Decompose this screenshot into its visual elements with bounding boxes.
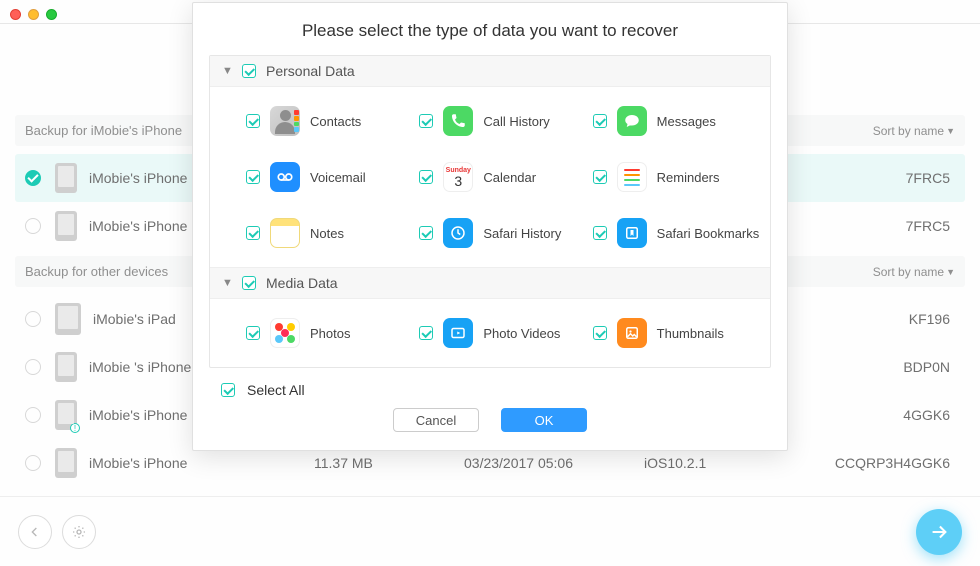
item-label: Thumbnails	[657, 326, 724, 341]
disclosure-triangle-icon[interactable]: ▼	[222, 65, 232, 77]
item-label: Photos	[310, 326, 350, 341]
item-checkbox[interactable]	[419, 170, 433, 184]
data-type-safari-bookmarks[interactable]: Safari Bookmarks	[593, 205, 766, 261]
item-label: Messages	[657, 114, 716, 129]
device-icon: !	[55, 400, 77, 430]
thumbnails-icon	[617, 318, 647, 348]
section-label: Backup for iMobie's iPhone	[25, 123, 182, 138]
close-window-button[interactable]	[10, 9, 21, 20]
item-label: Photo Videos	[483, 326, 560, 341]
item-checkbox[interactable]	[246, 170, 260, 184]
item-label: Voicemail	[310, 170, 366, 185]
item-label: Reminders	[657, 170, 720, 185]
sort-button[interactable]: Sort by name▼	[873, 265, 955, 279]
select-data-type-dialog: Please select the type of data you want …	[192, 2, 788, 451]
item-checkbox[interactable]	[246, 326, 260, 340]
maximize-window-button[interactable]	[46, 9, 57, 20]
device-serial: CCQRP3H4GGK6	[784, 455, 955, 471]
window-controls	[10, 9, 57, 20]
category-header-media[interactable]: ▼ Media Data	[210, 267, 770, 299]
select-all-checkbox[interactable]	[221, 383, 235, 397]
row-radio[interactable]	[25, 359, 41, 375]
next-button[interactable]	[916, 509, 962, 555]
item-checkbox[interactable]	[593, 226, 607, 240]
warning-badge: !	[70, 423, 80, 433]
select-all-row[interactable]: Select All	[193, 368, 787, 408]
device-icon	[55, 448, 77, 478]
item-checkbox[interactable]	[419, 114, 433, 128]
ok-button[interactable]: OK	[501, 408, 587, 432]
photos-icon	[270, 318, 300, 348]
select-all-label: Select All	[247, 382, 305, 398]
row-radio[interactable]	[25, 407, 41, 423]
reminders-icon	[617, 162, 647, 192]
device-icon	[55, 211, 77, 241]
device-name: iMobie's iPhone	[89, 455, 314, 471]
row-radio[interactable]	[25, 311, 41, 327]
item-label: Contacts	[310, 114, 361, 129]
item-label: Call History	[483, 114, 549, 129]
item-checkbox[interactable]	[419, 326, 433, 340]
minimize-window-button[interactable]	[28, 9, 39, 20]
sort-button[interactable]: Sort by name▼	[873, 124, 955, 138]
item-checkbox[interactable]	[246, 226, 260, 240]
item-checkbox[interactable]	[419, 226, 433, 240]
contacts-icon	[270, 106, 300, 136]
data-type-call-history[interactable]: Call History	[419, 93, 592, 149]
data-type-photo-videos[interactable]: Photo Videos	[419, 305, 592, 361]
gear-icon	[71, 524, 87, 540]
voicemail-icon	[270, 162, 300, 192]
settings-button[interactable]	[62, 515, 96, 549]
device-icon	[55, 303, 81, 335]
dialog-title: Please select the type of data you want …	[193, 3, 787, 55]
ios-version: iOS10.2.1	[644, 455, 784, 471]
safari-bookmarks-icon	[617, 218, 647, 248]
item-label: Calendar	[483, 170, 536, 185]
safari-history-icon	[443, 218, 473, 248]
cancel-button[interactable]: Cancel	[393, 408, 479, 432]
category-checkbox[interactable]	[242, 64, 256, 78]
bottom-toolbar	[0, 496, 980, 566]
device-icon	[55, 163, 77, 193]
data-type-messages[interactable]: Messages	[593, 93, 766, 149]
back-button[interactable]	[18, 515, 52, 549]
item-label: Notes	[310, 226, 344, 241]
section-label: Backup for other devices	[25, 264, 168, 279]
data-type-contacts[interactable]: Contacts	[246, 93, 419, 149]
item-checkbox[interactable]	[593, 170, 607, 184]
disclosure-triangle-icon[interactable]: ▼	[222, 277, 232, 289]
data-type-notes[interactable]: Notes	[246, 205, 419, 261]
row-radio[interactable]	[25, 455, 41, 471]
data-type-thumbnails[interactable]: Thumbnails	[593, 305, 766, 361]
photo-videos-icon	[443, 318, 473, 348]
messages-icon	[617, 106, 647, 136]
item-label: Safari History	[483, 226, 561, 241]
arrow-right-icon	[928, 521, 950, 543]
item-checkbox[interactable]	[593, 114, 607, 128]
data-type-safari-history[interactable]: Safari History	[419, 205, 592, 261]
item-label: Safari Bookmarks	[657, 226, 760, 241]
data-type-photos[interactable]: Photos	[246, 305, 419, 361]
calendar-icon: Sunday3	[443, 162, 473, 192]
row-radio[interactable]	[25, 170, 41, 186]
category-label: Media Data	[266, 275, 338, 291]
category-checkbox[interactable]	[242, 276, 256, 290]
data-type-voicemail[interactable]: Voicemail	[246, 149, 419, 205]
item-checkbox[interactable]	[246, 114, 260, 128]
arrow-left-icon	[27, 524, 43, 540]
device-icon	[55, 352, 77, 382]
item-checkbox[interactable]	[593, 326, 607, 340]
notes-icon	[270, 218, 300, 248]
phone-icon	[443, 106, 473, 136]
data-type-reminders[interactable]: Reminders	[593, 149, 766, 205]
row-radio[interactable]	[25, 218, 41, 234]
category-label: Personal Data	[266, 63, 355, 79]
backup-date: 03/23/2017 05:06	[464, 455, 644, 471]
data-type-calendar[interactable]: Sunday3 Calendar	[419, 149, 592, 205]
backup-size: 11.37 MB	[314, 455, 464, 471]
category-header-personal[interactable]: ▼ Personal Data	[210, 56, 770, 87]
